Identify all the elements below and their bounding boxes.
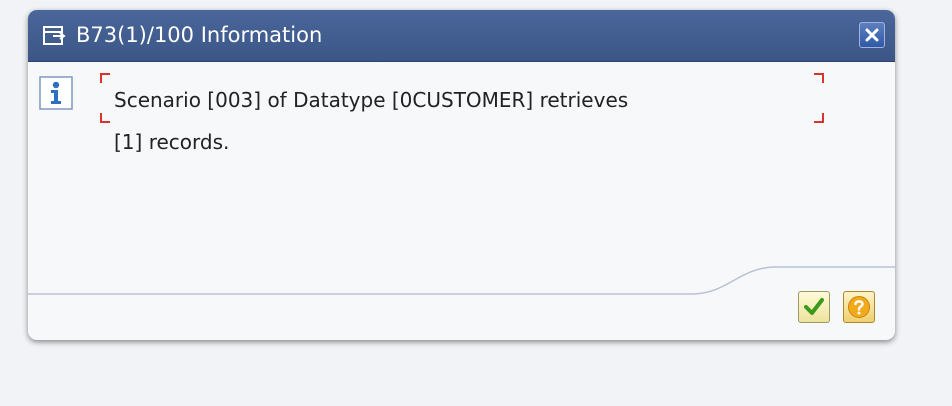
help-button[interactable] [843,291,875,323]
message-text-line-1: Scenario [003] of Datatype [0CUSTOMER] r… [114,88,629,112]
dialog-title: B73(1)/100 Information [76,23,323,47]
dialog-titlebar: B73(1)/100 Information [28,10,895,62]
frame-corner-top-right [814,73,824,83]
frame-corner-bottom-left [100,113,110,123]
message-text-line-2: [1] records. [114,130,230,154]
information-dialog: B73(1)/100 Information Scenario [003] of… [28,10,895,340]
help-icon [848,296,870,318]
frame-corner-top-left [100,73,110,83]
close-button[interactable] [859,22,885,48]
close-icon [865,28,879,42]
confirm-button[interactable] [798,291,830,323]
frame-corner-bottom-right [814,113,824,123]
checkmark-icon [804,298,824,315]
info-icon [39,76,73,110]
dialog-window-icon [42,25,66,47]
footer-divider [28,266,895,295]
